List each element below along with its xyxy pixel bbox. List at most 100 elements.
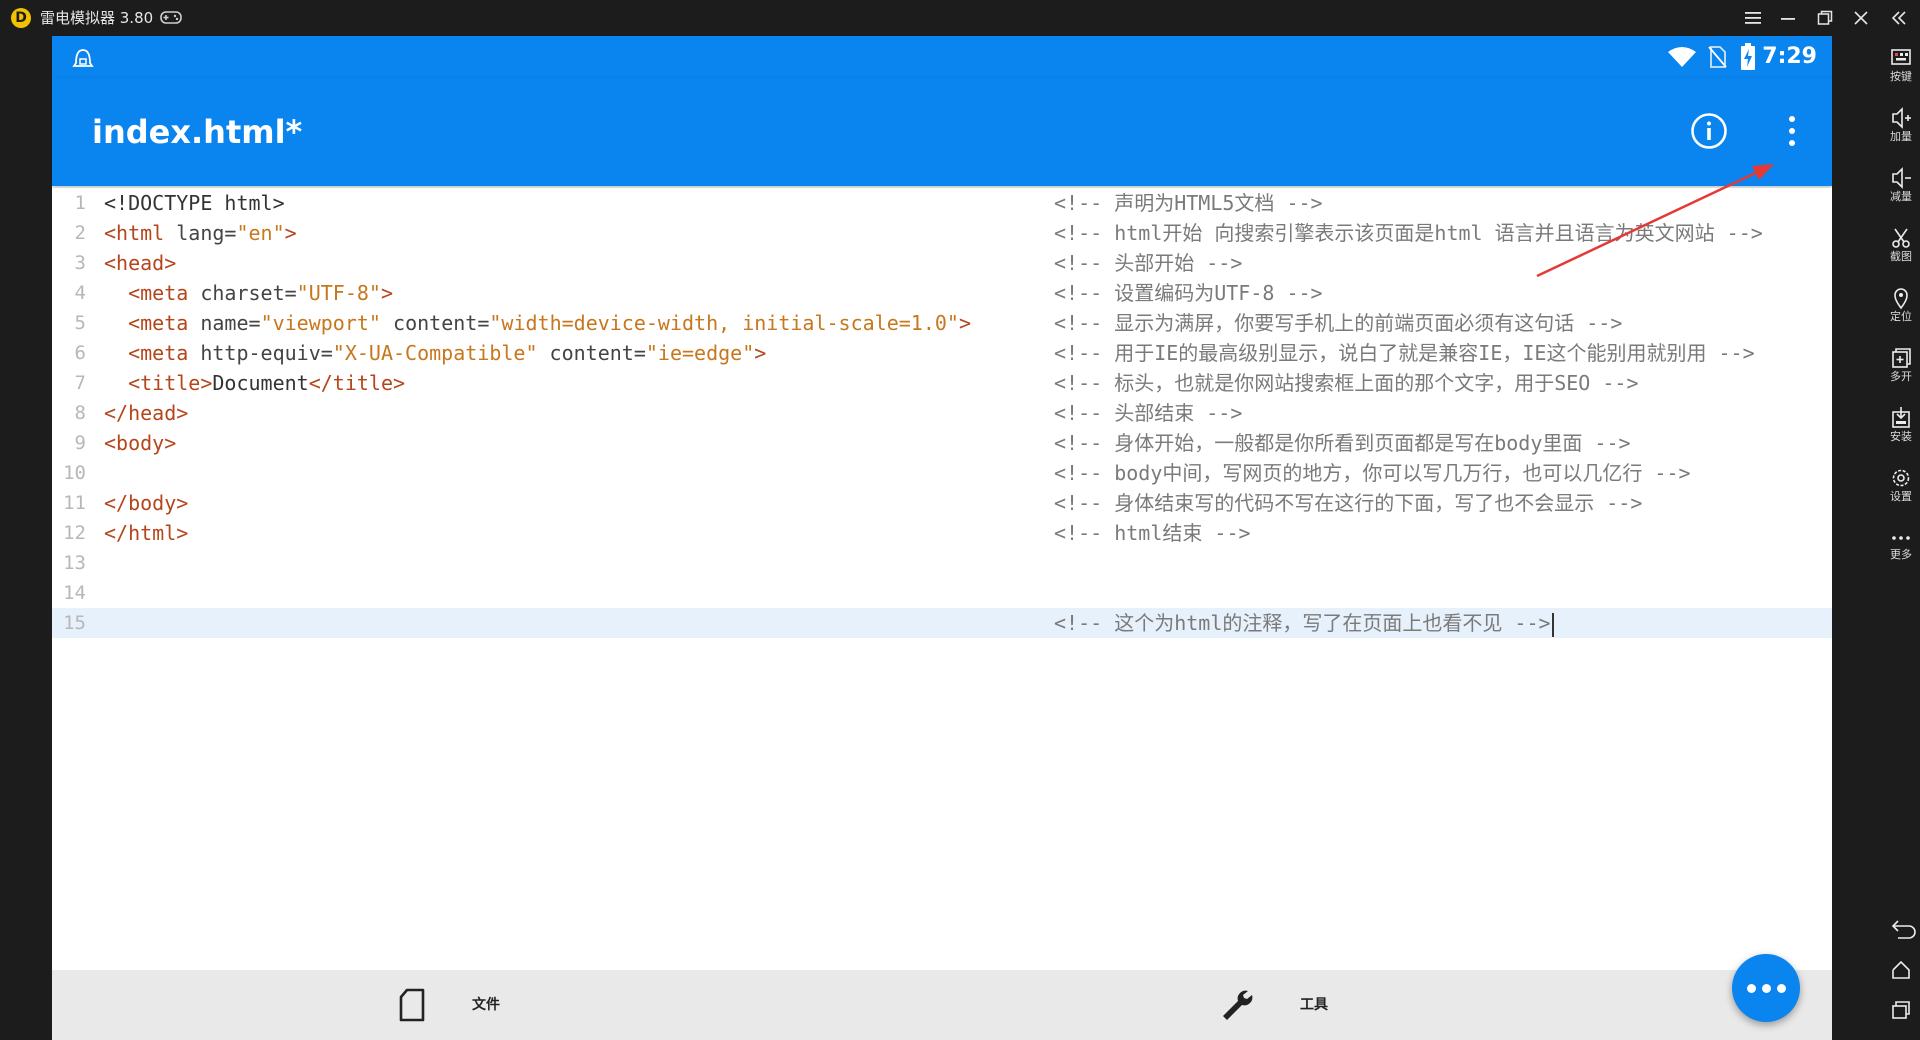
code-text: </head> [104,398,188,428]
code-line[interactable]: 14 [52,578,1832,608]
keyboard-icon [1891,49,1911,65]
code-editor[interactable]: 1 <!DOCTYPE html> <!-- 声明为HTML5文档 --> 2 <htm… [52,188,1832,948]
code-line[interactable]: 2 <html lang="en"> <!-- html开始 向搜索引擎表示该页面是… [52,218,1832,248]
gamepad-icon[interactable] [160,9,182,29]
overflow-menu-button[interactable] [1780,110,1804,152]
android-screen: 7:29 index.html* 1 <!DOCTYPE html> <!-- 声明… [52,36,1832,1040]
line-number: 5 [74,312,86,334]
sidebar-item-label: 更多 [1890,548,1912,561]
line-number: 13 [63,552,86,574]
settings-icon [1892,469,1910,487]
sidebar-item-label: 按键 [1890,70,1912,83]
file-button[interactable]: 文件 [392,970,612,1040]
code-line[interactable]: 9 <body> <!-- 身体开始，一般都是你所看到页面都是写在body里面 --… [52,428,1832,458]
code-line[interactable]: 13 [52,548,1832,578]
code-token: lang= [176,221,237,245]
code-token: content= [380,311,490,335]
code-token: http-equiv= [200,341,333,365]
code-comment: <!-- 头部开始 --> [1054,248,1242,278]
sidebar-item-keyboard[interactable]: 按键 [1882,46,1920,84]
code-token: Document [212,371,309,395]
tools-button[interactable]: 工具 [1214,970,1434,1040]
line-number: 10 [63,462,86,484]
sidebar-item-label: 多开 [1890,370,1912,383]
android-status-bar: 7:29 [52,36,1832,78]
code-line[interactable]: 4 <meta charset="UTF-8"> <!-- 设置编码为UTF-8 … [52,278,1832,308]
code-line[interactable]: 15 <!-- 这个为html的注释，写了在页面上也看不见 --> [52,608,1832,638]
code-token: <meta [128,311,201,335]
scissors-icon [1892,228,1910,248]
code-text: <body> [104,428,176,458]
code-text: <html lang="en"> [104,218,297,248]
code-token: <meta [128,281,201,305]
code-comment: <!-- 头部结束 --> [1054,398,1242,428]
app-bar: index.html* [52,78,1832,186]
code-token: </html> [104,521,189,545]
code-text: <meta charset="UTF-8"> [104,278,393,308]
sidebar-item-volume-down[interactable]: 减量 [1882,166,1920,204]
code-line[interactable]: 7 <title>Document</title> <!-- 标头，也就是你网站搜… [52,368,1832,398]
code-line[interactable]: 1 <!DOCTYPE html> <!-- 声明为HTML5文档 --> [52,188,1832,218]
code-token: charset= [200,281,297,305]
code-token: "X-UA-Compatible" [332,341,538,365]
sidebar-item-label: 设置 [1890,490,1912,503]
home-button[interactable] [1882,956,1920,984]
code-comment: <!-- 声明为HTML5文档 --> [1054,188,1323,218]
home-icon [1892,960,1910,979]
code-token: > [754,341,767,365]
code-token: <html [104,221,177,245]
code-text: <meta http-equiv="X-UA-Compatible" conte… [104,338,766,368]
more-actions-fab[interactable] [1732,954,1800,1022]
code-line[interactable]: 11 </body> <!-- 身体结束写的代码不写在这行的下面，写了也不会显示 -… [52,488,1832,518]
sidebar-item-settings[interactable]: 设置 [1882,466,1920,504]
info-button[interactable] [1690,112,1728,150]
code-text: </body> [104,488,188,518]
code-comment-text: <!-- 用于IE的最高级别显示，说白了就是兼容IE，IE这个能别用就别用 --… [1054,341,1755,365]
minimize-icon[interactable] [1774,4,1804,32]
sidebar-item-install[interactable]: 安装 [1882,406,1920,444]
restore-icon[interactable] [1810,4,1840,32]
code-comment-text: <!-- 身体开始，一般都是你所看到页面都是写在body里面 --> [1054,431,1631,455]
sidebar-item-location[interactable]: 定位 [1882,286,1920,324]
code-comment: <!-- 设置编码为UTF-8 --> [1054,278,1323,308]
code-line[interactable]: 5 <meta name="viewport" content="width=d… [52,308,1832,338]
code-text: <!DOCTYPE html> [104,188,285,218]
code-token: "width=device-width, initial-scale=1.0" [489,311,959,335]
code-text: </html> [104,518,188,548]
code-comment-text: <!-- 声明为HTML5文档 --> [1054,191,1323,215]
menu-icon[interactable] [1738,4,1768,32]
code-line[interactable]: 8 </head> <!-- 头部结束 --> [52,398,1832,428]
collapse-sidebar-icon[interactable] [1884,4,1914,32]
sidebar-item-more[interactable]: 更多 [1882,524,1920,562]
notification-app-icon [72,49,94,67]
sidebar-item-volume-up[interactable]: 加量 [1882,106,1920,144]
code-token: content= [537,341,646,365]
file-icon [399,988,425,1022]
code-comment: <!-- 身体结束写的代码不写在这行的下面，写了也不会显示 --> [1054,488,1642,518]
text-caret [1551,612,1554,637]
code-line[interactable]: 12 </html> <!-- html结束 --> [52,518,1832,548]
more-horiz-icon [1747,984,1756,993]
sidebar-item-label: 定位 [1890,310,1912,323]
recent-apps-button[interactable] [1882,996,1920,1024]
code-token: <head> [104,251,177,275]
sidebar-item-multi-instance[interactable]: 多开 [1882,346,1920,384]
back-button[interactable] [1882,916,1920,944]
close-icon[interactable] [1846,4,1876,32]
line-number: 3 [74,252,86,274]
code-token: <meta [128,341,201,365]
sidebar-item-screenshot[interactable]: 截图 [1882,226,1920,264]
code-token: "ie=edge" [645,341,755,365]
code-line[interactable]: 6 <meta http-equiv="X-UA-Compatible" con… [52,338,1832,368]
code-comment-text: <!-- 显示为满屏，你要写手机上的前端页面必须有这句话 --> [1054,311,1623,335]
line-number: 6 [74,342,86,364]
code-line[interactable]: 3 <head> <!-- 头部开始 --> [52,248,1832,278]
code-comment: <!-- 身体开始，一般都是你所看到页面都是写在body里面 --> [1054,428,1631,458]
no-sim-icon [1708,46,1727,68]
multi-instance-icon [1892,348,1911,368]
code-line[interactable]: 10 <!-- body中间，写网页的地方，你可以写几万行，也可以几亿行 --> [52,458,1832,488]
line-number: 12 [63,522,86,544]
